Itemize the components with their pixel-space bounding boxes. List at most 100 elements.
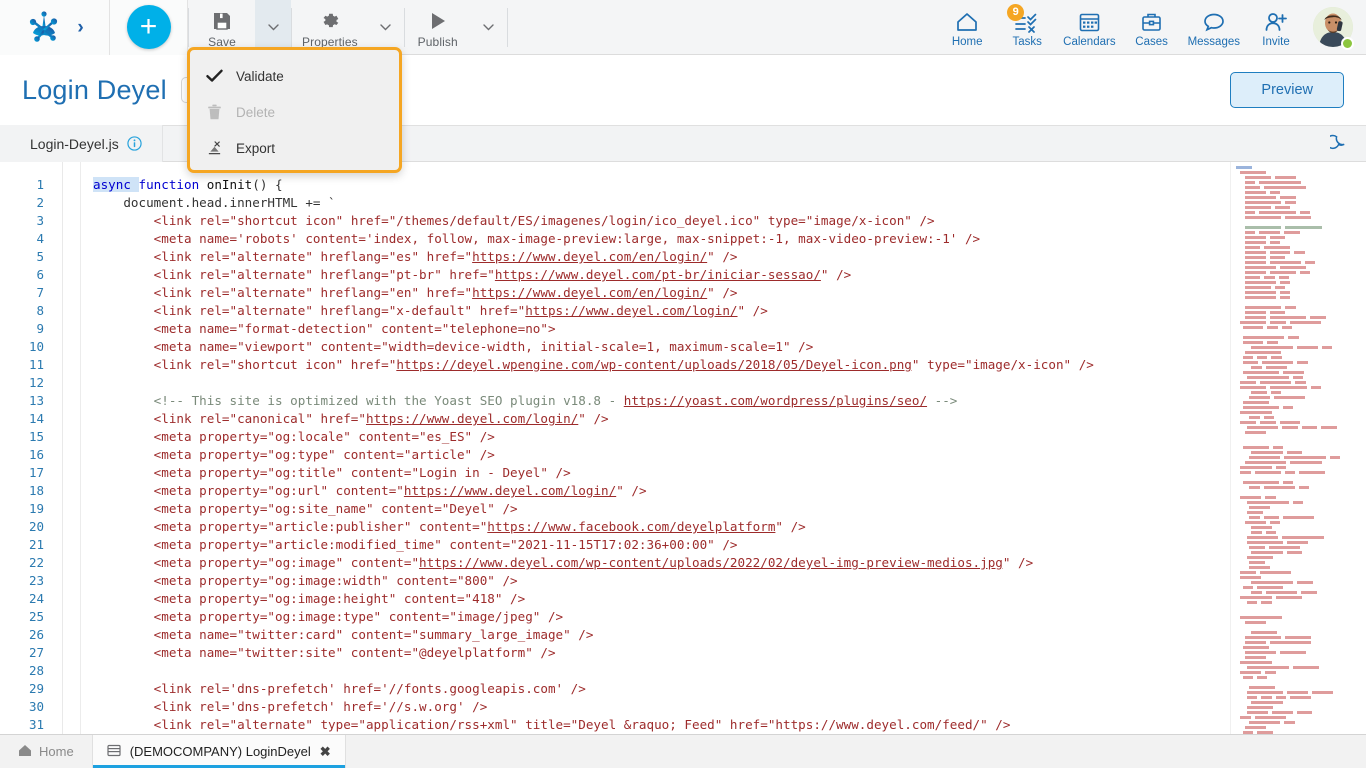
line-number: 8 [36,303,44,318]
deyel-logo[interactable] [25,10,63,44]
taskbar-tab-logindeyel[interactable]: (DEMOCOMPANY) LoginDeyel ✖ [92,735,346,768]
code-fold-column[interactable] [62,162,80,734]
minimap-token [1299,211,1310,214]
code-line[interactable]: <meta property="og:image" content="https… [81,554,1230,572]
minimap-token [1240,716,1251,719]
code-line[interactable]: <meta property="og:image:type" content="… [81,608,1230,626]
line-number: 17 [28,465,44,480]
code-line[interactable]: <!-- This site is optimized with the Yoa… [81,392,1230,410]
menu-item-validate[interactable]: Validate [190,58,399,94]
code-line[interactable]: <meta name="viewport" content="width=dev… [81,338,1230,356]
minimap-token [1240,386,1267,389]
minimap-token [1299,271,1310,274]
line-number: 31 [28,717,44,732]
minimap-line [1235,676,1364,680]
code-line[interactable]: <meta name="format-detection" content="t… [81,320,1230,338]
publish-dropdown-toggle[interactable] [471,0,507,55]
code-line[interactable]: <link rel='dns-prefetch' href='//fonts.g… [81,680,1230,698]
minimap-token [1310,386,1322,389]
code-line[interactable]: <meta property="og:title" content="Login… [81,464,1230,482]
minimap-token [1285,306,1296,309]
code-line[interactable]: <link rel='dns-prefetch' href='//s.w.org… [81,698,1230,716]
code-line[interactable]: <meta property="article:modified_time" c… [81,536,1230,554]
code-line[interactable]: <meta name="twitter:site" content="@deye… [81,644,1230,662]
minimap-line [1235,171,1364,175]
minimap-line [1235,346,1364,350]
nav-cases[interactable]: Cases [1122,0,1182,55]
code-line[interactable]: <meta name="twitter:card" content="summa… [81,626,1230,644]
code-minimap[interactable] [1230,162,1366,734]
trash-icon [206,104,223,121]
code-line[interactable]: <link rel="alternate" hreflang="x-defaul… [81,302,1230,320]
minimap-line [1235,256,1364,260]
minimap-line [1235,461,1364,465]
code-line[interactable]: async function onInit() { [81,176,1230,194]
minimap-token [1240,576,1262,579]
info-circle-icon[interactable] [127,136,142,151]
minimap-token [1279,651,1306,654]
minimap-token [1282,371,1304,374]
code-editor[interactable]: 1 2 3 4 5 6 7 8 9 10 11 12 13 14 15 16 17 18 19 20 21 22 23 24 2… [0,162,1366,734]
status-badge [1341,36,1354,50]
preview-button[interactable]: Preview [1230,72,1344,108]
minimap-token [1292,666,1319,669]
nav-messages[interactable]: Messages [1182,0,1246,55]
code-line[interactable] [81,374,1230,392]
taskbar-home-button[interactable]: Home [0,735,93,768]
minimap-token [1290,696,1311,699]
minimap-token [1265,496,1276,499]
minimap-line [1235,321,1364,325]
publish-button[interactable]: Publish [405,0,471,55]
avatar[interactable] [1306,0,1360,55]
close-icon[interactable]: ✖ [320,744,331,760]
nav-tasks[interactable]: 9 Tasks [997,0,1057,55]
code-line[interactable]: <link rel="shortcut icon" href="/themes/… [81,212,1230,230]
minimap-token [1244,636,1282,639]
nav-invite[interactable]: Invite [1246,0,1306,55]
minimap-token [1300,591,1317,594]
code-line[interactable]: <link rel="alternate" type="application/… [81,716,1230,734]
sidebar-expand-icon[interactable]: › [77,18,83,37]
code-line[interactable]: <meta property="og:image:width" content=… [81,572,1230,590]
line-number: 21 [28,537,44,552]
line-number: 4 [36,231,44,246]
code-line[interactable]: <meta property="og:image:height" content… [81,590,1230,608]
code-line[interactable]: <meta name='robots' content='index, foll… [81,230,1230,248]
code-line[interactable]: <link rel="alternate" hreflang="en" href… [81,284,1230,302]
minimap-token [1244,246,1261,249]
minimap-line [1235,351,1364,355]
minimap-token [1279,266,1306,269]
code-line[interactable]: <link rel="canonical" href="https://www.… [81,410,1230,428]
nav-calendars[interactable]: Calendars [1057,0,1121,55]
minimap-token [1265,671,1276,674]
code-line[interactable]: <meta property="og:url" content="https:/… [81,482,1230,500]
code-line[interactable]: <link rel="alternate" hreflang="es" href… [81,248,1230,266]
code-line[interactable]: <link rel="shortcut icon" href="https://… [81,356,1230,374]
minimap-token [1269,316,1306,319]
minimap-line [1235,541,1364,545]
minimap-token [1289,321,1322,324]
minimap-line [1235,506,1364,510]
code-line[interactable]: <link rel="alternate" hreflang="pt-br" h… [81,266,1230,284]
code-content[interactable]: async function onInit() { document.head.… [80,162,1230,734]
code-line[interactable]: <meta property="og:locale" content="es_E… [81,428,1230,446]
minimap-token [1249,546,1265,549]
minimap-line [1235,621,1364,625]
code-line[interactable]: <meta property="og:site_name" content="D… [81,500,1230,518]
minimap-token [1285,226,1322,229]
minimap-token [1251,551,1283,554]
code-line[interactable]: <meta property="article:publisher" conte… [81,518,1230,536]
code-line[interactable]: <meta property="og:type" content="articl… [81,446,1230,464]
code-line[interactable]: document.head.innerHTML += ` [81,194,1230,212]
minimap-token [1273,396,1306,399]
save-dropdown-menu[interactable]: Validate Delete Export [187,47,402,173]
code-line[interactable] [81,662,1230,680]
add-new-button[interactable]: + [126,5,171,49]
menu-item-export[interactable]: Export [190,130,399,166]
nav-home[interactable]: Home [937,0,997,55]
file-tab-login-deyel-js[interactable]: Login-Deyel.js [0,125,163,162]
window-icon [107,744,121,760]
minimap-token [1279,281,1291,284]
theme-toggle-button[interactable] [1314,125,1366,162]
user-plus-icon [1264,7,1289,33]
